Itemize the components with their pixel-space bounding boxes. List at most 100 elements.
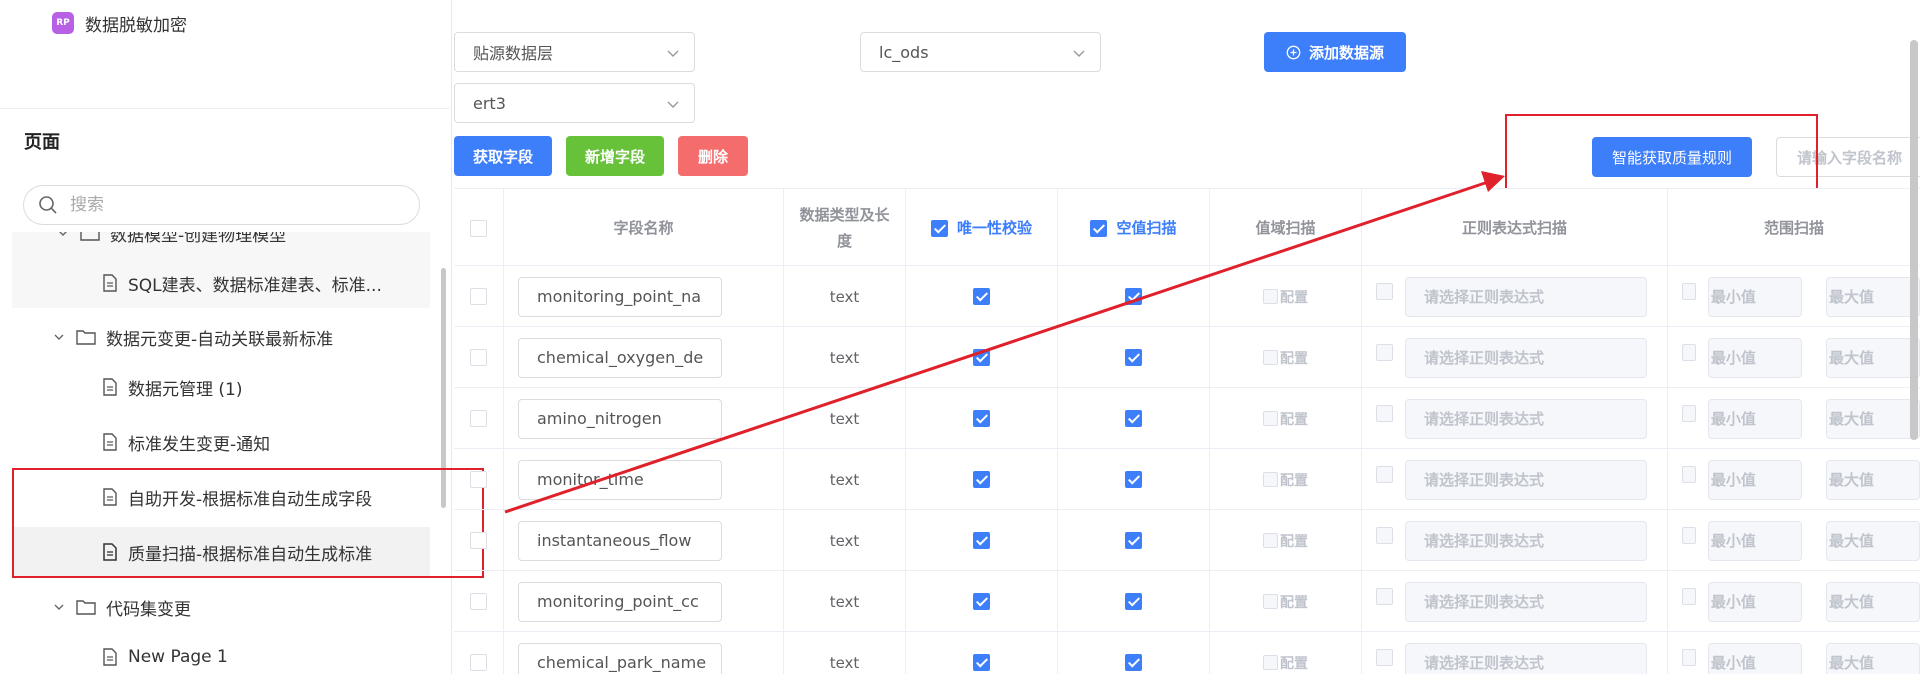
domain-config-toggle[interactable]: 配置	[1263, 592, 1308, 612]
range-max-input[interactable]: 最大值	[1825, 337, 1920, 378]
row-checkbox[interactable]	[470, 349, 487, 366]
header-null-scan[interactable]: 空值扫描	[1058, 189, 1210, 267]
range-max-input[interactable]: 最大值	[1825, 581, 1920, 622]
select-all-cell[interactable]	[454, 189, 504, 267]
unique-check-checkbox[interactable]	[973, 532, 990, 549]
regex-select[interactable]: 请选择正则表达式	[1405, 520, 1647, 561]
row-select-cell[interactable]	[454, 510, 504, 571]
range-checkbox[interactable]	[1682, 466, 1696, 483]
range-checkbox[interactable]	[1682, 344, 1696, 361]
row-select-cell[interactable]	[454, 571, 504, 632]
unique-check-checkbox[interactable]	[973, 288, 990, 305]
row-select-cell[interactable]	[454, 327, 504, 388]
null-scan-checkbox[interactable]	[1125, 532, 1142, 549]
header-unique-check[interactable]: 唯一性校验	[906, 189, 1058, 267]
domain-config-toggle[interactable]: 配置	[1263, 531, 1308, 551]
tree-page-sql-table[interactable]: SQL建表、数据标准建表、标准...	[12, 258, 430, 308]
null-scan-checkbox[interactable]	[1125, 654, 1142, 671]
chevron-down-icon[interactable]	[56, 232, 70, 240]
domain-config-checkbox[interactable]	[1263, 411, 1278, 426]
range-max-input[interactable]: 最大值	[1825, 276, 1920, 317]
regex-select[interactable]: 请选择正则表达式	[1405, 642, 1647, 674]
add-datasource-button[interactable]: 添加数据源	[1264, 32, 1406, 72]
domain-config-toggle[interactable]: 配置	[1263, 653, 1308, 673]
delete-button[interactable]: 删除	[678, 136, 748, 176]
regex-checkbox[interactable]	[1376, 405, 1393, 422]
database-select[interactable]: lc_ods	[860, 32, 1101, 72]
domain-config-toggle[interactable]: 配置	[1263, 470, 1308, 490]
null-scan-checkbox[interactable]	[1125, 349, 1142, 366]
row-checkbox[interactable]	[470, 471, 487, 488]
unique-check-checkbox[interactable]	[973, 349, 990, 366]
regex-checkbox[interactable]	[1376, 527, 1393, 544]
row-checkbox[interactable]	[470, 593, 487, 610]
regex-select[interactable]: 请选择正则表达式	[1405, 459, 1647, 500]
regex-checkbox[interactable]	[1376, 588, 1393, 605]
field-name-input[interactable]: monitor_time	[518, 459, 722, 500]
row-select-cell[interactable]	[454, 449, 504, 510]
chevron-down-icon[interactable]	[52, 330, 66, 344]
regex-checkbox[interactable]	[1376, 466, 1393, 483]
unique-check-checkbox[interactable]	[973, 410, 990, 427]
domain-config-toggle[interactable]: 配置	[1263, 409, 1308, 429]
range-max-input[interactable]: 最大值	[1825, 398, 1920, 439]
row-select-cell[interactable]	[454, 388, 504, 449]
null-scan-all-checkbox[interactable]	[1090, 219, 1108, 237]
main-scrollbar[interactable]	[1910, 40, 1918, 440]
row-checkbox[interactable]	[470, 532, 487, 549]
regex-select[interactable]: 请选择正则表达式	[1405, 581, 1647, 622]
domain-config-toggle[interactable]: 配置	[1263, 348, 1308, 368]
row-select-cell[interactable]	[454, 266, 504, 327]
field-name-input[interactable]: chemical_park_name	[518, 642, 722, 674]
search-input[interactable]	[68, 194, 388, 216]
regex-checkbox[interactable]	[1376, 283, 1393, 300]
regex-select[interactable]: 请选择正则表达式	[1405, 337, 1647, 378]
range-checkbox[interactable]	[1682, 588, 1696, 605]
field-name-input[interactable]: monitoring_point_cc	[518, 581, 722, 622]
range-checkbox[interactable]	[1682, 649, 1696, 666]
range-max-input[interactable]: 最大值	[1825, 459, 1920, 500]
regex-checkbox[interactable]	[1376, 649, 1393, 666]
row-checkbox[interactable]	[470, 654, 487, 671]
row-select-cell[interactable]	[454, 632, 504, 674]
field-name-input[interactable]: amino_nitrogen	[518, 398, 722, 439]
row-checkbox[interactable]	[470, 410, 487, 427]
domain-config-checkbox[interactable]	[1263, 472, 1278, 487]
domain-config-checkbox[interactable]	[1263, 533, 1278, 548]
unique-check-checkbox[interactable]	[973, 654, 990, 671]
search-box[interactable]	[23, 185, 420, 225]
range-checkbox[interactable]	[1682, 405, 1696, 422]
range-min-input[interactable]: 最小值	[1707, 276, 1802, 317]
regex-checkbox[interactable]	[1376, 344, 1393, 361]
range-min-input[interactable]: 最小值	[1707, 642, 1802, 674]
domain-config-toggle[interactable]: 配置	[1263, 287, 1308, 307]
tree-folder-codeset[interactable]: 代码集变更	[12, 582, 430, 632]
app-header[interactable]: RP 数据脱敏加密	[52, 10, 187, 36]
range-min-input[interactable]: 最小值	[1707, 520, 1802, 561]
regex-select[interactable]: 请选择正则表达式	[1405, 398, 1647, 439]
unique-check-checkbox[interactable]	[973, 593, 990, 610]
regex-select[interactable]: 请选择正则表达式	[1405, 276, 1647, 317]
null-scan-checkbox[interactable]	[1125, 288, 1142, 305]
tree-page-new-page[interactable]: New Page 1	[12, 632, 430, 674]
add-field-button[interactable]: 新增字段	[566, 136, 664, 176]
tree-folder-data-model[interactable]: 数据模型-创建物理模型	[12, 232, 430, 258]
tree-page-data-element-mgmt[interactable]: 数据元管理 (1)	[12, 362, 430, 412]
field-name-input[interactable]: chemical_oxygen_de	[518, 337, 722, 378]
select-all-checkbox[interactable]	[470, 219, 487, 237]
range-min-input[interactable]: 最小值	[1707, 459, 1802, 500]
unique-check-checkbox[interactable]	[973, 471, 990, 488]
range-min-input[interactable]: 最小值	[1707, 398, 1802, 439]
null-scan-checkbox[interactable]	[1125, 410, 1142, 427]
unique-check-all-checkbox[interactable]	[930, 219, 948, 237]
table-select[interactable]: ert3	[454, 83, 695, 123]
tree-folder-data-element[interactable]: 数据元变更-自动关联最新标准	[12, 312, 430, 362]
row-checkbox[interactable]	[470, 288, 487, 305]
chevron-down-icon[interactable]	[52, 600, 66, 614]
range-checkbox[interactable]	[1682, 283, 1696, 300]
domain-config-checkbox[interactable]	[1263, 350, 1278, 365]
field-name-input[interactable]: monitoring_point_na	[518, 276, 722, 317]
range-min-input[interactable]: 最小值	[1707, 581, 1802, 622]
tree-page-standard-change[interactable]: 标准发生变更-通知	[12, 417, 430, 467]
range-min-input[interactable]: 最小值	[1707, 337, 1802, 378]
